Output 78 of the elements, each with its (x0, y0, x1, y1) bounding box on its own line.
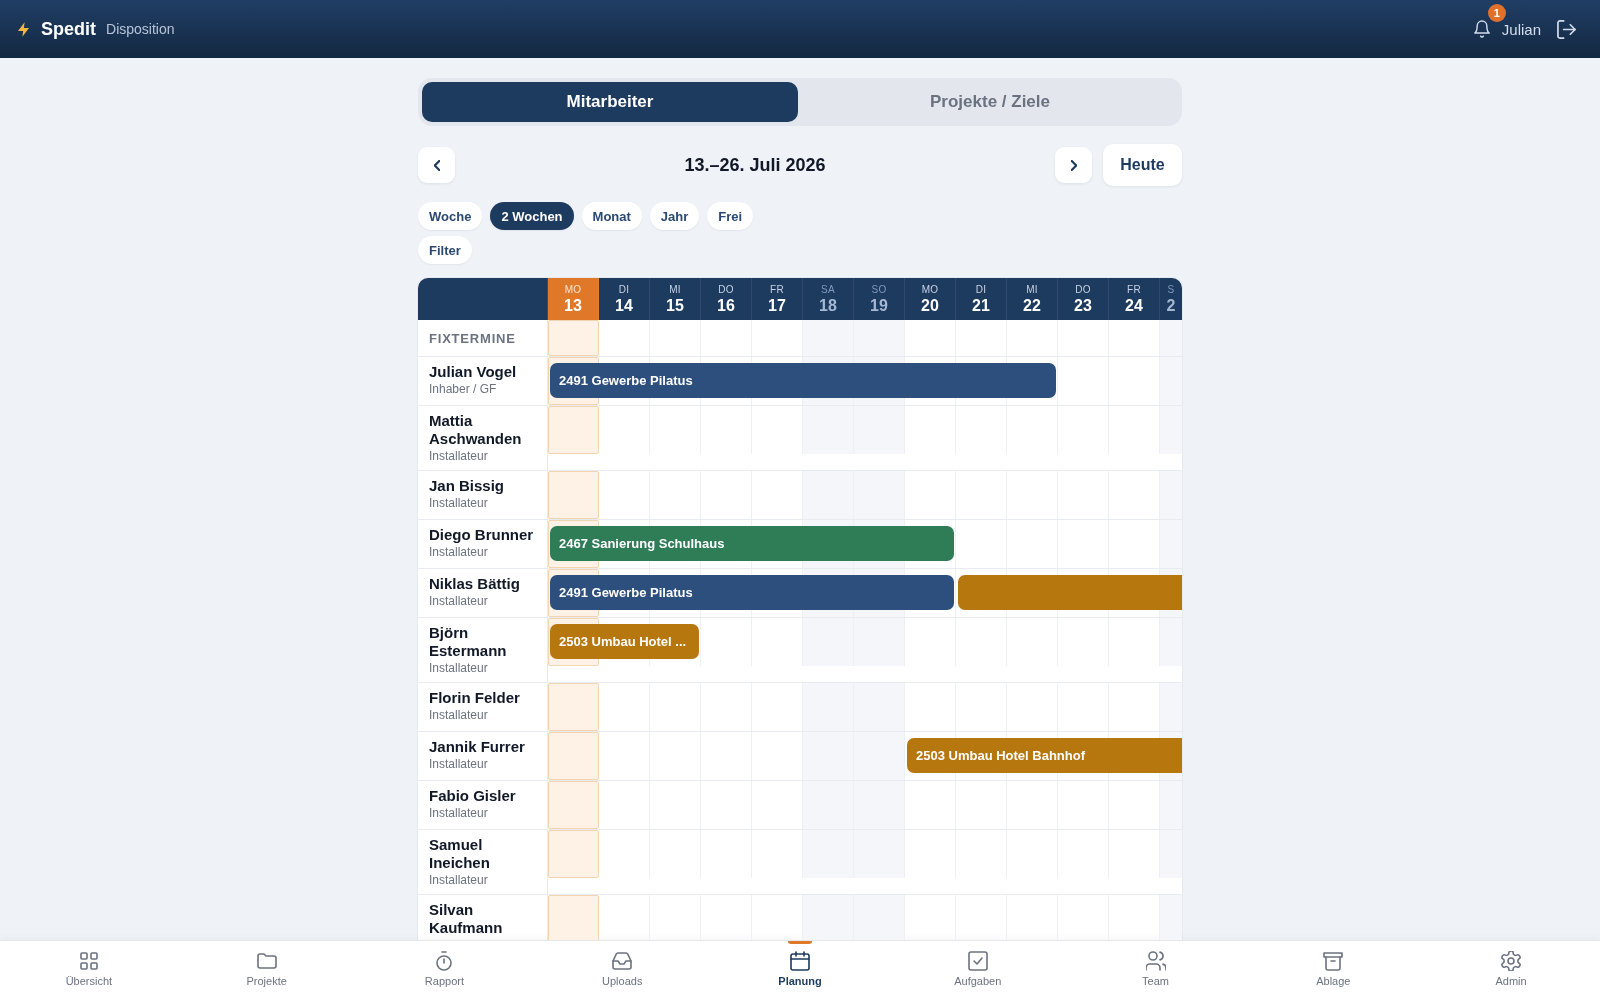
user-name[interactable]: Julian (1501, 20, 1541, 38)
employee-name[interactable]: Julian Vogel (429, 363, 517, 381)
calendar-icon (790, 951, 810, 971)
employee-name[interactable]: Niklas Bättig (429, 575, 520, 593)
filter-button[interactable]: Filter (418, 236, 472, 264)
employee-name[interactable]: Jannik Furrer (429, 738, 525, 756)
nav-tab[interactable]: Planung (711, 941, 889, 1000)
archive-icon (1323, 951, 1344, 971)
day-header: DI 14 (599, 278, 650, 320)
day-header: MI 22 (1007, 278, 1058, 320)
assignment-bar[interactable]: 2503 Umbau Hotel ... (550, 624, 699, 659)
employee-name[interactable]: Samuel Ineichen (429, 836, 536, 872)
employee-name[interactable]: Fabio Gisler (429, 787, 516, 805)
range-chip[interactable]: Monat (581, 202, 642, 230)
people-icon (1145, 951, 1166, 971)
previous-button[interactable] (418, 147, 455, 183)
employee-name[interactable]: Florin Felder (429, 689, 520, 707)
assignment-bar[interactable]: 2491 Gewerbe Pilatus (550, 575, 954, 610)
day-header: DI 21 (956, 278, 1007, 320)
view-tab[interactable]: Projekte / Ziele (802, 82, 1178, 122)
employee-role: Installateur (429, 661, 488, 676)
range-chip[interactable]: Frei (707, 202, 754, 230)
app-subtitle: Disposition (106, 21, 175, 37)
day-header: MI 15 (650, 278, 701, 320)
range-chip[interactable]: Jahr (649, 202, 700, 230)
nav-tab[interactable]: Ablage (1244, 941, 1423, 1000)
assignment-bar[interactable]: 2491 Gewerbe Pilatus (550, 363, 1056, 398)
employee-name[interactable]: Jan Bissig (429, 477, 505, 495)
today-button[interactable]: Heute (1103, 144, 1182, 186)
inbox-icon (612, 951, 633, 971)
chevron-left-icon (433, 159, 440, 171)
nav-tab[interactable]: Rapport (355, 941, 534, 1000)
stopwatch-icon (434, 951, 455, 971)
folder-icon (256, 951, 277, 971)
day-header: FR 24 (1109, 278, 1160, 320)
employee-role: Installateur (429, 545, 488, 560)
logout-icon[interactable] (1557, 19, 1576, 39)
nav-tab[interactable]: Übersicht (0, 941, 178, 1000)
nav-tab[interactable]: Uploads (533, 941, 712, 1000)
employee-role: Installateur (429, 757, 488, 772)
nav-tab[interactable]: Aufgaben (888, 941, 1067, 1000)
notification-badge: 1 (1487, 4, 1506, 22)
view-tab[interactable]: Mitarbeiter (422, 82, 798, 122)
employee-role: Installateur (429, 873, 488, 888)
settings-icon (1501, 951, 1522, 971)
active-tab-indicator (788, 941, 812, 944)
employee-role: Inhaber / GF (429, 382, 497, 397)
assignment-bar[interactable]: 2503 Umbau Hotel Bahnhof (907, 738, 1182, 773)
date-range-title: 13.–26. Juli 2026 (683, 154, 827, 176)
employee-role: Installateur (429, 496, 488, 511)
nav-tab[interactable]: Projekte (177, 941, 356, 1000)
day-header: S 2 (1165, 282, 1177, 316)
employee-role: Installateur (429, 594, 488, 609)
nav-tab[interactable]: Team (1066, 941, 1245, 1000)
grid-icon (78, 951, 99, 971)
employee-name[interactable]: Björn Estermann (429, 624, 536, 660)
checkbox-icon (967, 951, 988, 971)
employee-name[interactable]: Mattia Aschwanden (429, 412, 536, 448)
range-chip[interactable]: 2 Wochen (490, 202, 574, 230)
employee-role: Installateur (429, 806, 488, 821)
nav-tab[interactable]: Admin (1422, 941, 1600, 1000)
brand-name: Spedit (41, 18, 96, 40)
employee-role: Installateur (429, 708, 488, 723)
section-label: FIXTERMINE (429, 330, 516, 346)
range-chip[interactable]: Woche (418, 202, 483, 230)
employee-name[interactable]: Diego Brunner (429, 526, 534, 544)
day-header: DO 23 (1058, 278, 1109, 320)
lightning-icon (18, 21, 29, 37)
employee-role: Installateur (429, 449, 488, 464)
bell-icon[interactable] (1473, 20, 1490, 38)
day-header: MO 20 (905, 278, 956, 320)
day-header: MO 13 (548, 278, 599, 320)
next-button[interactable] (1055, 147, 1092, 183)
day-header: FR 17 (752, 278, 803, 320)
day-header: DO 16 (701, 278, 752, 320)
employee-name[interactable]: Silvan Kaufmann (429, 901, 536, 937)
assignment-bar[interactable]: 2467 Sanierung Schulhaus (550, 526, 954, 561)
chevron-right-icon (1070, 159, 1077, 171)
